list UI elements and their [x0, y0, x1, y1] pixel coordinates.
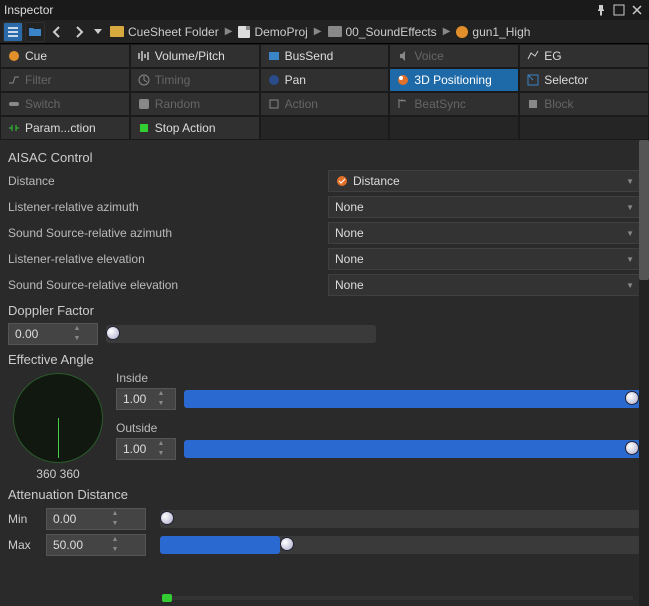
tab-volume-pitch[interactable]: Volume/Pitch	[130, 44, 260, 68]
doppler-slider[interactable]	[106, 325, 376, 343]
spin-down[interactable]: ▼	[69, 334, 85, 344]
breadcrumb-soundfx[interactable]: 00_SoundEffects	[346, 25, 437, 39]
outside-input[interactable]	[117, 442, 153, 456]
tab-bussend[interactable]: BusSend	[260, 44, 390, 68]
breadcrumb-project[interactable]: DemoProj	[254, 25, 307, 39]
breadcrumb-folder[interactable]: CueSheet Folder	[128, 25, 219, 39]
sheet-icon	[238, 26, 250, 38]
folder-icon	[110, 26, 124, 37]
tab-param-ction[interactable]: Param...ction	[0, 116, 130, 140]
aisac-title: AISAC Control	[8, 150, 641, 165]
tab-voice[interactable]: Voice	[389, 44, 519, 68]
pin-button[interactable]	[593, 2, 609, 18]
cue-icon	[456, 26, 468, 38]
tab-filter[interactable]: Filter	[0, 68, 130, 92]
tab-beatsync[interactable]: BeatSync	[389, 92, 519, 116]
att-max-slider[interactable]	[160, 536, 641, 554]
folder-icon	[328, 26, 342, 37]
angle-visualizer	[13, 373, 103, 463]
tab-selector[interactable]: Selector	[519, 68, 649, 92]
aisac-label: Listener-relative azimuth	[8, 200, 328, 214]
att-max-label: Max	[8, 538, 40, 552]
aisac-select-1[interactable]: None▼	[328, 196, 641, 218]
doppler-input[interactable]	[9, 327, 69, 341]
aisac-select-3[interactable]: None▼	[328, 248, 641, 270]
outside-slider[interactable]	[184, 440, 641, 458]
toolbar: CueSheet Folder ▶ DemoProj ▶ 00_SoundEff…	[0, 20, 649, 44]
aisac-label: Listener-relative elevation	[8, 252, 328, 266]
tab-3d-positioning[interactable]: 3D Positioning	[389, 68, 519, 92]
outside-spinner[interactable]: ▲▼	[116, 438, 176, 460]
tab-stop-action[interactable]: Stop Action	[130, 116, 260, 140]
tab-bar: CueVolume/PitchBusSendVoiceEG FilterTimin…	[0, 44, 649, 140]
chevron-down-icon: ▼	[626, 203, 634, 212]
inside-label: Inside	[116, 371, 641, 385]
tab-eg[interactable]: EG	[519, 44, 649, 68]
tab-pan[interactable]: Pan	[260, 68, 390, 92]
maximize-button[interactable]	[611, 2, 627, 18]
att-min-slider[interactable]	[160, 510, 641, 528]
aisac-select-4[interactable]: None▼	[328, 274, 641, 296]
att-max-input[interactable]	[47, 538, 107, 552]
attenuation-title: Attenuation Distance	[8, 487, 641, 502]
tab-timing[interactable]: Timing	[130, 68, 260, 92]
aisac-label: Distance	[8, 174, 328, 188]
chevron-down-icon: ▼	[626, 177, 634, 186]
inside-slider[interactable]	[184, 390, 641, 408]
nav-forward-button[interactable]	[69, 22, 89, 42]
title-bar: Inspector	[0, 0, 649, 20]
range-track[interactable]	[162, 596, 633, 600]
chevron-down-icon: ▼	[626, 255, 634, 264]
att-max-spinner[interactable]: ▲▼	[46, 534, 146, 556]
effective-angle-title: Effective Angle	[8, 352, 641, 367]
tab-block[interactable]: Block	[519, 92, 649, 116]
att-min-input[interactable]	[47, 512, 107, 526]
inside-spinner[interactable]: ▲▼	[116, 388, 176, 410]
vertical-scrollbar[interactable]	[639, 140, 649, 606]
window-title: Inspector	[4, 3, 53, 17]
nav-back-button[interactable]	[47, 22, 67, 42]
att-min-spinner[interactable]: ▲▼	[46, 508, 146, 530]
menu-button[interactable]	[3, 22, 23, 42]
tab-random[interactable]: Random	[130, 92, 260, 116]
tab-action[interactable]: Action	[260, 92, 390, 116]
chevron-right-icon: ▶	[314, 26, 322, 37]
aisac-label: Sound Source-relative azimuth	[8, 226, 328, 240]
chevron-right-icon: ▶	[443, 26, 451, 37]
chevron-down-icon: ▼	[626, 281, 634, 290]
angle-text: 360 360	[8, 467, 108, 481]
outside-label: Outside	[116, 421, 641, 435]
chevron-down-icon: ▼	[626, 229, 634, 238]
aisac-label: Sound Source-relative elevation	[8, 278, 328, 292]
tab-switch[interactable]: Switch	[0, 92, 130, 116]
chevron-right-icon: ▶	[225, 26, 233, 37]
close-button[interactable]	[629, 2, 645, 18]
doppler-title: Doppler Factor	[8, 303, 641, 318]
breadcrumb-cue[interactable]: gun1_High	[472, 25, 530, 39]
content-area: AISAC Control DistanceDistance▼Listener-…	[0, 140, 649, 606]
spin-up[interactable]: ▲	[69, 324, 85, 334]
nav-dropdown[interactable]	[91, 22, 105, 42]
att-min-label: Min	[8, 512, 40, 526]
inside-input[interactable]	[117, 392, 153, 406]
folder-button[interactable]	[25, 22, 45, 42]
aisac-select-0[interactable]: Distance▼	[328, 170, 641, 192]
tab-cue[interactable]: Cue	[0, 44, 130, 68]
doppler-spinner[interactable]: ▲▼	[8, 323, 98, 345]
aisac-select-2[interactable]: None▼	[328, 222, 641, 244]
